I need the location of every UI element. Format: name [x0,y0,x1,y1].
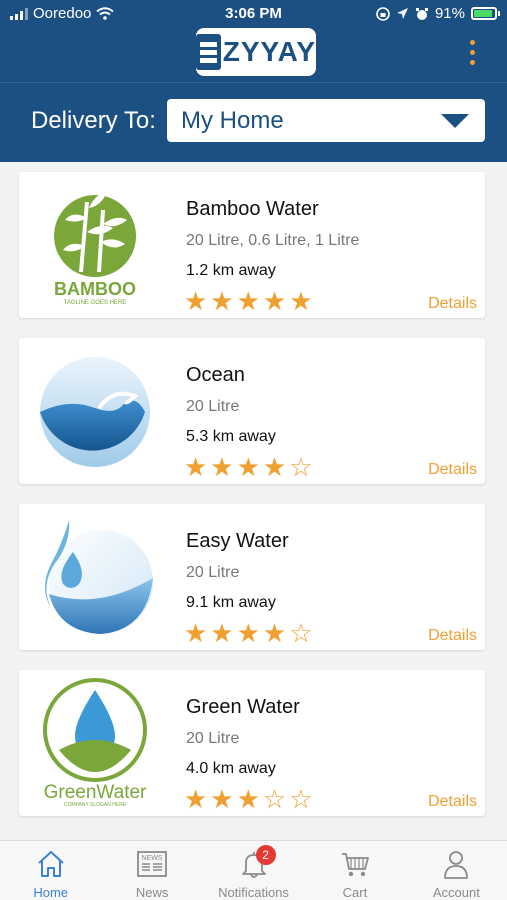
dropdown-caret-icon [441,114,469,128]
app-logo: ZYYAY [196,28,316,76]
header-divider [0,82,507,83]
more-menu-icon[interactable] [468,40,476,65]
tab-account[interactable]: Account [406,841,507,900]
tab-label: News [135,885,169,900]
tab-label: Cart [342,885,368,900]
supplier-distance: 1.2 km away [186,262,276,279]
battery-percent: 91% [434,5,465,22]
app-header: Ooredoo 3:06 PM 91% ZYYAY Delivery To: M… [0,0,507,162]
svg-text:NEWS: NEWS [142,855,163,862]
supplier-name: Easy Water [186,530,289,552]
supplier-name: Bamboo Water [186,198,319,220]
notification-badge: 2 [255,845,276,865]
supplier-card[interactable]: Easy Water 20 Litre 9.1 km away ★★★★☆ De… [19,504,485,650]
bottom-tab-bar: Home NEWS News 2 Notifications Cart Acco… [0,840,507,900]
status-right: 91% [376,5,500,22]
tab-cart[interactable]: Cart [304,841,405,900]
details-link[interactable]: Details [428,627,477,645]
details-link[interactable]: Details [428,793,477,811]
screen-lock-icon [376,6,390,21]
supplier-distance: 5.3 km away [186,428,276,445]
supplier-sizes: 20 Litre, 0.6 Litre, 1 Litre [186,232,360,249]
supplier-name: Green Water [186,696,300,718]
delivery-location-value: My Home [181,107,284,134]
svg-text:COMPANY SLOGAN HERE: COMPANY SLOGAN HERE [64,802,127,808]
supplier-sizes: 20 Litre [186,398,240,415]
star-rating: ★★★☆☆ [184,784,316,814]
tab-notifications[interactable]: 2 Notifications [203,841,304,900]
supplier-card[interactable]: Ocean 20 Litre 5.3 km away ★★★★☆ Details [19,338,485,484]
supplier-card[interactable]: GreenWater COMPANY SLOGAN HERE Green Wat… [19,670,485,816]
news-icon: NEWS [137,851,168,877]
supplier-sizes: 20 Litre [186,730,240,747]
alarm-icon [415,7,428,20]
supplier-card[interactable]: BAMBOO TAGLINE GOES HERE Bamboo Water 20… [19,172,485,318]
easy-water-logo [45,520,153,634]
home-icon [38,851,64,877]
location-arrow-icon [396,8,408,19]
tab-label: Account [432,885,480,900]
svg-text:TAGLINE GOES HERE: TAGLINE GOES HERE [64,300,127,306]
ocean-logo [40,357,150,467]
account-icon [444,851,469,879]
logo-e-mark-icon [196,34,221,70]
tab-label: Home [33,885,69,900]
star-rating: ★★★★★ [184,286,316,316]
tab-label: Notifications [218,885,289,900]
supplier-list[interactable]: BAMBOO TAGLINE GOES HERE Bamboo Water 20… [0,162,507,840]
logo-text: ZYYAY [222,36,316,67]
cart-icon [341,853,369,877]
supplier-distance: 9.1 km away [186,594,276,611]
tab-home[interactable]: Home [0,841,101,900]
supplier-distance: 4.0 km away [186,760,276,777]
status-bar: Ooredoo 3:06 PM 91% [0,0,507,28]
star-rating: ★★★★☆ [184,452,316,482]
details-link[interactable]: Details [428,295,477,313]
supplier-sizes: 20 Litre [186,564,240,581]
supplier-name: Ocean [186,364,245,386]
delivery-location-dropdown[interactable]: My Home [167,99,485,142]
tab-news[interactable]: NEWS News [101,841,202,900]
svg-text:GreenWater: GreenWater [44,782,147,803]
battery-icon [471,7,500,20]
green-water-logo: GreenWater COMPANY SLOGAN HERE [43,678,147,808]
delivery-label: Delivery To: [31,107,156,134]
svg-text:BAMBOO: BAMBOO [54,279,136,299]
star-rating: ★★★★☆ [184,618,316,648]
details-link[interactable]: Details [428,461,477,479]
bamboo-water-logo: BAMBOO TAGLINE GOES HERE [54,192,136,306]
